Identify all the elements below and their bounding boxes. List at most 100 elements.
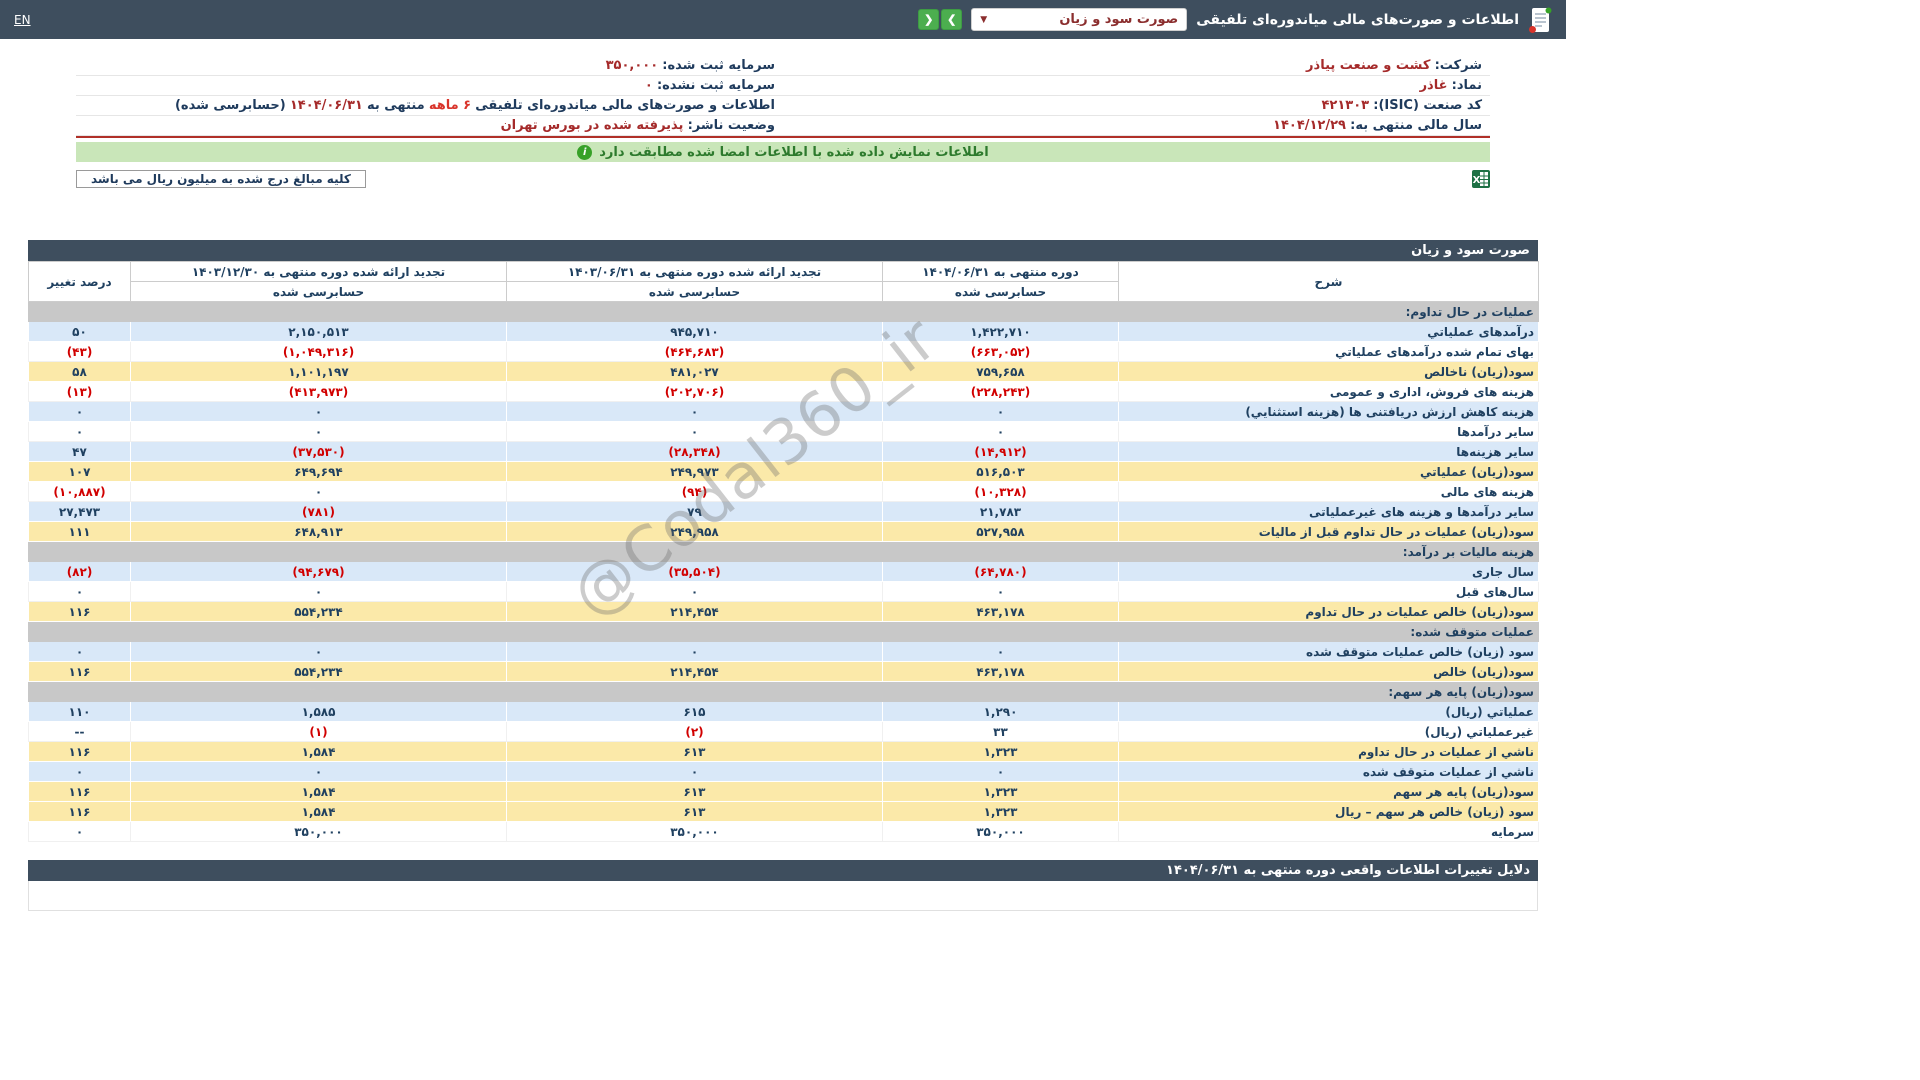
change-percent-value (29, 302, 131, 322)
period-value: (۴۱۳,۹۷۳) (131, 382, 507, 402)
statement-data-row: هزینه کاهش ارزش دریافتنی ها (هزینه استثن… (29, 402, 1539, 422)
change-percent-value (29, 542, 131, 562)
excel-export-icon[interactable]: X (1472, 170, 1490, 188)
change-percent-value: ۵۰ (29, 322, 131, 342)
statement-data-row: سود(زیان) عملیات در حال تداوم قبل از مال… (29, 522, 1539, 542)
row-label: سود(زیان) پایه هر سهم: (1119, 682, 1539, 702)
row-label: هزینه مالیات بر درآمد: (1119, 542, 1539, 562)
change-percent-value: ۱۱۶ (29, 602, 131, 622)
isic-label: کد صنعت (ISIC): (1373, 98, 1482, 113)
statement-data-row: سایر درآمدها و هزینه های غیرعملیاتی۲۱,۷۸… (29, 502, 1539, 522)
statement-data-row: ناشي از عملیات متوقف شده۰۰۰۰ (29, 762, 1539, 782)
change-percent-value: ۱۱۶ (29, 742, 131, 762)
page: EN اطلاعات و صورت‌های مالی میاندوره‌ای ت… (0, 0, 1566, 1080)
period-value (131, 542, 507, 562)
prev-statement-button[interactable]: ❮ (918, 9, 939, 30)
change-percent-value: ۱۱۱ (29, 522, 131, 542)
symbol-label: نماد: (1452, 78, 1482, 93)
row-label: عملیات در حال تداوم: (1119, 302, 1539, 322)
change-percent-value: (۱۰,۸۸۷) (29, 482, 131, 502)
next-statement-button[interactable]: ❯ (941, 9, 962, 30)
period-value: ۰ (883, 582, 1119, 602)
change-percent-value: ۴۷ (29, 442, 131, 462)
symbol-cell: نماد: غاذر (783, 76, 1490, 96)
unregistered-capital-cell: سرمایه ثبت نشده: ۰ (76, 76, 783, 96)
period-value: (۱,۰۴۹,۳۱۶) (131, 342, 507, 362)
period-value: ۴۶۳,۱۷۸ (883, 602, 1119, 622)
period-end-date: ۱۴۰۴/۰۶/۳۱ (290, 98, 363, 113)
period-value: ۱,۲۹۰ (883, 702, 1119, 722)
period-value: ۰ (883, 402, 1119, 422)
change-percent-value: ۰ (29, 582, 131, 602)
period-value: (۶۴,۷۸۰) (883, 562, 1119, 582)
statement-data-row: هزینه های فروش، اداری و عمومی(۲۲۸,۲۴۳)(۲… (29, 382, 1539, 402)
row-label: سود(زیان) ناخالص (1119, 362, 1539, 382)
period-value: ۵۵۴,۲۳۴ (131, 662, 507, 682)
period-value: ۵۵۴,۲۳۴ (131, 602, 507, 622)
reasons-section-body (28, 881, 1538, 911)
issuer-status-value: پذیرفته شده در بورس تهران (501, 118, 684, 133)
period-value: ۲۴۹,۹۷۳ (507, 462, 883, 482)
company-info-row: شرکت: کشت و صنعت پیاذر سرمایه ثبت شده: ۳… (76, 56, 1490, 76)
period-value: ۷۹ (507, 502, 883, 522)
period-value (883, 542, 1119, 562)
top-bar: EN اطلاعات و صورت‌های مالی میاندوره‌ای ت… (0, 0, 1566, 39)
period-value: ۱,۳۲۳ (883, 742, 1119, 762)
statement-data-row: سود(زیان) خالص عملیات در حال تداوم۴۶۳,۱۷… (29, 602, 1539, 622)
company-info-section: شرکت: کشت و صنعت پیاذر سرمایه ثبت شده: ۳… (76, 56, 1490, 136)
info-icon: i (577, 145, 592, 160)
statement-type-select[interactable]: صورت سود و زیان ▼ (971, 8, 1187, 31)
language-en-link[interactable]: EN (14, 13, 31, 27)
period-value: ۰ (131, 402, 507, 422)
issuer-status-label: وضعیت ناشر: (688, 118, 775, 133)
row-label: سود(زیان) عملیاتي (1119, 462, 1539, 482)
period-value: (۳۷,۵۳۰) (131, 442, 507, 462)
period-value: (۷۸۱) (131, 502, 507, 522)
report-document-icon (1528, 6, 1552, 34)
period-value (883, 682, 1119, 702)
change-percent-value: ۱۱۶ (29, 802, 131, 822)
period-value: (۳۵,۵۰۴) (507, 562, 883, 582)
change-percent-value: (۱۳) (29, 382, 131, 402)
statement-table-title: صورت سود و زیان (28, 240, 1538, 261)
period-value (131, 682, 507, 702)
period-value: ۳۳ (883, 722, 1119, 742)
page-title: اطلاعات و صورت‌های مالی میاندوره‌ای تلفی… (1196, 12, 1519, 28)
row-label: عملیات متوقف شده: (1119, 622, 1539, 642)
row-label: غیرعملیاتي (ریال) (1119, 722, 1539, 742)
row-label: سال‌های قبل (1119, 582, 1539, 602)
period-value: ۵۱۶,۵۰۳ (883, 462, 1119, 482)
period-value: ۰ (131, 582, 507, 602)
statement-section-row: عملیات متوقف شده: (29, 622, 1539, 642)
period-value: ۰ (883, 422, 1119, 442)
change-percent-value: ۰ (29, 642, 131, 662)
signature-match-banner: اطلاعات نمایش داده شده با اطلاعات امضا ش… (76, 142, 1490, 162)
registered-capital-cell: سرمایه ثبت شده: ۳۵۰,۰۰۰ (76, 56, 783, 76)
change-percent-value: (۸۲) (29, 562, 131, 582)
isic-value: ۴۲۱۳۰۳ (1322, 98, 1370, 113)
change-percent-value: ۱۰۷ (29, 462, 131, 482)
statement-data-row: غیرعملیاتي (ریال)۳۳(۲)(۱)-- (29, 722, 1539, 742)
change-percent-value: ۰ (29, 422, 131, 442)
period-value: (۴۶۴,۶۸۳) (507, 342, 883, 362)
statement-table-body: عملیات در حال تداوم:درآمدهای عملیاتي۱,۴۲… (29, 302, 1539, 842)
period-duration: ۶ ماهه (429, 98, 471, 113)
period-value: (۱۰,۳۲۸) (883, 482, 1119, 502)
chevron-down-icon: ▼ (980, 15, 987, 25)
row-label: سود(زیان) عملیات در حال تداوم قبل از مال… (1119, 522, 1539, 542)
change-percent-value: ۱۱۶ (29, 662, 131, 682)
statement-data-row: عملیاتي (ریال)۱,۲۹۰۶۱۵۱,۵۸۵۱۱۰ (29, 702, 1539, 722)
desc-column-header: شرح (1119, 262, 1539, 302)
row-label: سود (زیان) خالص هر سهم – ریال (1119, 802, 1539, 822)
row-label: هزینه های فروش، اداری و عمومی (1119, 382, 1539, 402)
svg-text:X: X (1473, 175, 1481, 186)
row-label: درآمدهای عملیاتي (1119, 322, 1539, 342)
period-value: (۹۴,۶۷۹) (131, 562, 507, 582)
period-value: ۰ (507, 762, 883, 782)
statement-data-row: سود(زیان) خالص۴۶۳,۱۷۸۲۱۴,۴۵۴۵۵۴,۲۳۴۱۱۶ (29, 662, 1539, 682)
period-value: ۲۱,۷۸۳ (883, 502, 1119, 522)
row-label: سال جاری (1119, 562, 1539, 582)
period-value: ۰ (883, 642, 1119, 662)
period-value: ۵۲۷,۹۵۸ (883, 522, 1119, 542)
income-statement-table: شرح دوره منتهی به ۱۴۰۴/۰۶/۳۱ تجدید ارائه… (28, 261, 1539, 842)
